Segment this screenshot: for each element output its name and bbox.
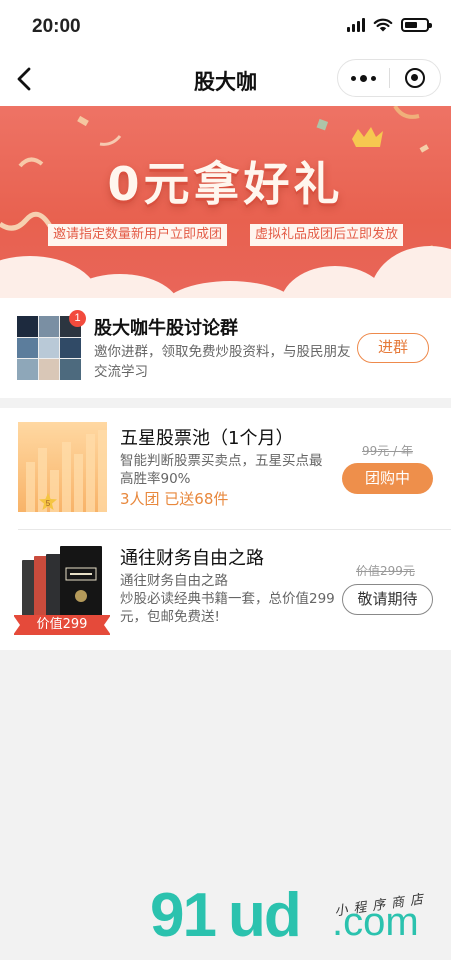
coming-soon-button[interactable]: 敬请期待	[342, 584, 433, 615]
group-buy-button[interactable]: 团购中	[342, 463, 433, 494]
banner-title: 0元拿好礼	[107, 157, 344, 211]
status-time: 20:00	[32, 16, 81, 37]
watermark-logo: 91 ud .com 小程序商店	[150, 880, 450, 960]
book-cover-art	[65, 567, 97, 602]
product-title: 五星股票池（1个月）	[120, 428, 294, 449]
stock-pool-thumbnail: 5	[18, 422, 107, 512]
product-list: 5 五星股票池（1个月） 智能判断股票买卖点，五星买点最高胜率90% 3人团 已…	[0, 408, 451, 650]
star-icon: 5	[39, 493, 57, 510]
product-description: 智能判断股票买卖点，五星买点最高胜率90%	[120, 453, 323, 487]
battery-icon	[401, 18, 432, 32]
group-title: 股大咖牛股讨论群	[94, 318, 238, 339]
banner-tag-gift: 虚拟礼品成团后立即发放	[250, 224, 404, 246]
close-mini-program-button[interactable]	[390, 60, 440, 96]
wifi-icon	[373, 18, 393, 32]
watermark-brand: 91	[150, 881, 217, 950]
more-dots-icon	[351, 75, 356, 81]
group-card[interactable]: 1 股大咖牛股讨论群 邀你进群，领取免费炒股资料，与股民朋友交流学习 进群	[0, 298, 451, 398]
product-sales: 3人团 已送68件	[120, 490, 229, 508]
svg-text:5: 5	[46, 499, 51, 508]
more-button[interactable]	[338, 60, 389, 96]
value-tag: 价值299	[13, 615, 111, 635]
product-original-price: 价值299元	[356, 564, 415, 578]
status-icons	[347, 18, 432, 32]
book-thumbnail: 价值299	[13, 542, 111, 638]
product-title: 通往财务自由之路	[120, 548, 264, 569]
nav-bar: 股大咖	[0, 52, 451, 106]
banner-tag-invite: 邀请指定数量新用户立即成团	[48, 224, 228, 246]
status-bar: 20:00	[0, 0, 451, 52]
product-original-price: 99元 / 年	[362, 444, 413, 458]
group-avatar	[17, 316, 81, 380]
mini-program-capsule	[337, 59, 441, 97]
unread-badge: 1	[69, 310, 86, 327]
watermark-brand: ud	[228, 881, 302, 950]
promo-banner[interactable]: 0元拿好礼 邀请指定数量新用户立即成团 虚拟礼品成团后立即发放	[0, 106, 451, 298]
target-icon	[404, 68, 425, 88]
divider	[18, 529, 451, 530]
product-description: 通往财务自由之路 炒股必读经典书籍一套，总价值299元，包邮免费送!	[120, 573, 335, 625]
signal-icon	[347, 18, 365, 32]
group-description: 邀你进群，领取免费炒股资料，与股民朋友交流学习	[94, 344, 351, 380]
join-group-button[interactable]: 进群	[357, 333, 429, 363]
